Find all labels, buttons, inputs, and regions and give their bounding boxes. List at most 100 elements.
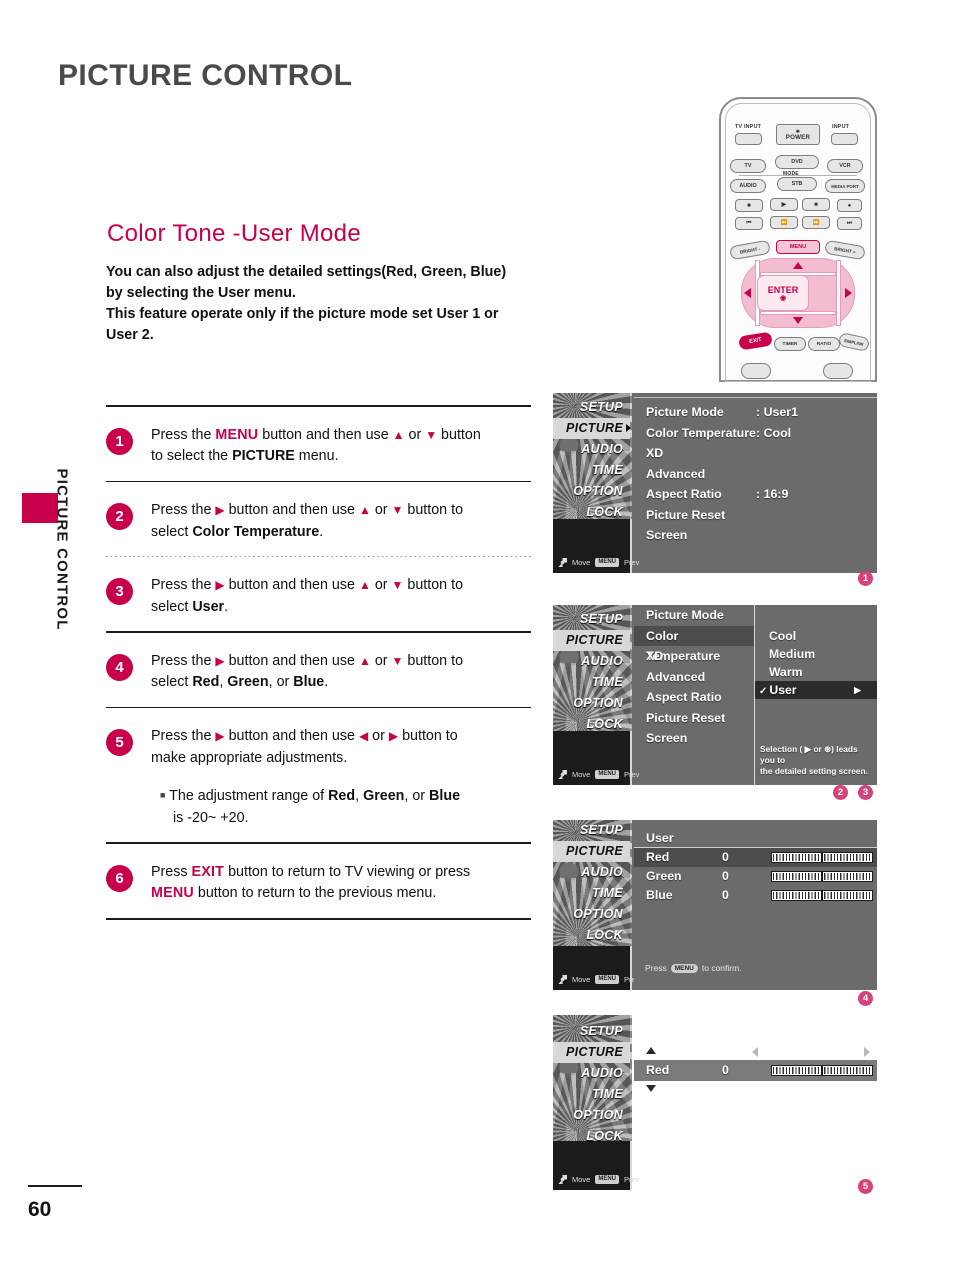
osd-menu-setup[interactable]: SETUP <box>553 609 630 630</box>
osd-menu-picture[interactable]: PICTURE <box>553 418 631 439</box>
osd3-background <box>634 912 877 990</box>
osd4-row-red[interactable]: Red 0 <box>634 1060 877 1081</box>
osd-menu-lock[interactable]: LOCK <box>553 1126 630 1147</box>
red-slider-thumb <box>821 853 823 862</box>
remote-control-illustration: TV INPUT ⎈ POWER INPUT TV DVD VCR MODE A… <box>719 97 877 382</box>
osd-menu-option[interactable]: OPTION <box>553 481 630 502</box>
osd2-row-picture-reset[interactable]: Picture Reset <box>634 708 754 729</box>
tv-source-button[interactable]: TV <box>730 159 766 173</box>
osd3-value-blue: 0 <box>722 888 729 902</box>
osd3-row-red[interactable]: Red 0 <box>634 848 877 867</box>
osd1-row-xd[interactable]: XD <box>634 443 877 464</box>
tv-input-button[interactable] <box>735 133 762 145</box>
tv-input-label: TV INPUT <box>735 124 762 130</box>
osd-menu-audio[interactable]: AUDIO <box>553 862 630 883</box>
osd-menu-option[interactable]: OPTION <box>553 1105 630 1126</box>
pause-button[interactable]: ■ <box>802 198 830 211</box>
right-arrow-icon[interactable] <box>845 288 852 298</box>
osd-menu-lock[interactable]: LOCK <box>553 714 630 735</box>
step-2-t4: button to <box>403 502 464 519</box>
audio-source-button[interactable]: AUDIO <box>730 179 766 193</box>
intro-line-3-prefix: This feature operate only if the picture… <box>106 306 437 322</box>
osd-menu-audio[interactable]: AUDIO <box>553 439 630 460</box>
osd1-row-aspect-ratio[interactable]: Aspect Ratio: 16:9 <box>634 484 877 505</box>
stop-button[interactable]: ■ <box>735 199 763 212</box>
rewind-button[interactable]: ⏪ <box>770 216 798 229</box>
menu-button[interactable]: MENU <box>776 240 820 254</box>
vcr-source-button[interactable]: VCR <box>827 159 863 173</box>
osd2-row-xd[interactable]: XD <box>634 646 754 667</box>
osd-menu-time[interactable]: TIME <box>553 1084 630 1105</box>
osd-menu-picture[interactable]: PICTURE <box>553 1042 630 1063</box>
osd1-row-screen[interactable]: Screen <box>634 525 877 546</box>
skip-forward-button[interactable]: ⏭ <box>837 217 862 230</box>
osd-footer-prev: Prev <box>624 1175 640 1184</box>
osd-menu-audio[interactable]: AUDIO <box>553 1063 630 1084</box>
osd-menu-option[interactable]: OPTION <box>553 904 630 925</box>
osd1-row-picture-mode[interactable]: Picture Mode: User1 <box>634 402 877 423</box>
down-arrow-icon[interactable] <box>793 317 803 324</box>
record-button[interactable]: ● <box>837 199 862 212</box>
skip-back-button[interactable]: ⏮ <box>735 217 763 230</box>
extra-button-left[interactable] <box>741 363 771 379</box>
blue-slider[interactable] <box>771 890 873 901</box>
step-1-b1: PICTURE <box>232 448 295 465</box>
dvd-source-button[interactable]: DVD <box>775 155 819 169</box>
osd1-row-color-temperature[interactable]: Color Temperature: Cool <box>634 423 877 444</box>
osd2-row-aspect-ratio[interactable]: Aspect Ratio <box>634 687 754 708</box>
red-slider[interactable] <box>771 852 873 863</box>
osd2-row-picture-mode[interactable]: Picture Mode <box>634 605 754 626</box>
osd2-content: Picture Mode Color Temperature XD Advanc… <box>634 605 877 785</box>
osd1-row-advanced[interactable]: Advanced <box>634 464 877 485</box>
osd-menu-option[interactable]: OPTION <box>553 693 630 714</box>
osd2-label-4: Aspect Ratio <box>646 690 722 704</box>
dropdown-option-warm[interactable]: Warm <box>755 663 877 681</box>
step-4-text: Press the ▶ button and then use ▲ or ▼ b… <box>151 646 463 694</box>
osd-menu-picture[interactable]: PICTURE <box>553 841 630 862</box>
green-slider[interactable] <box>771 871 873 882</box>
dpad-icon <box>558 975 567 984</box>
ratio-button[interactable]: RATIO <box>808 337 840 351</box>
fast-forward-button[interactable]: ⏩ <box>802 216 830 229</box>
osd-menu-audio[interactable]: AUDIO <box>553 651 630 672</box>
osd2-label-3: Advanced <box>646 669 706 684</box>
osd2-row-screen[interactable]: Screen <box>634 728 754 749</box>
dropdown-option-medium[interactable]: Medium <box>755 645 877 663</box>
enter-button[interactable]: ENTER ◉ <box>757 275 809 311</box>
osd3-row-green[interactable]: Green 0 <box>634 867 877 886</box>
timer-button[interactable]: TIMER <box>774 337 806 351</box>
osd-menu-setup[interactable]: SETUP <box>553 397 630 418</box>
note-t2: , <box>355 788 364 805</box>
power-button[interactable]: ⎈ POWER <box>776 124 820 145</box>
osd-menu-time[interactable]: TIME <box>553 672 630 693</box>
up-arrow-icon[interactable] <box>793 262 803 269</box>
media-port-button[interactable]: MEDIA PORT <box>825 179 865 193</box>
osd-menu-setup[interactable]: SETUP <box>553 1021 630 1042</box>
step-marker-3: 3 <box>858 785 873 800</box>
osd2-row-advanced[interactable]: Advanced <box>634 667 754 688</box>
dropdown-option-cool[interactable]: Cool <box>755 627 877 645</box>
osd-menu-lock[interactable]: LOCK <box>553 925 630 946</box>
osd-menu-time[interactable]: TIME <box>553 460 630 481</box>
stb-source-button[interactable]: STB <box>777 177 817 191</box>
red-slider[interactable] <box>771 1065 873 1076</box>
osd1-row-picture-reset[interactable]: Picture Reset <box>634 505 877 526</box>
play-button[interactable]: ▶ <box>770 198 798 211</box>
step-4-number: 4 <box>106 653 133 681</box>
osd2-row-color-temperature[interactable]: Color Temperature <box>634 625 754 663</box>
extra-button-right[interactable] <box>823 363 853 379</box>
page-title: PICTURE CONTROL <box>58 59 353 92</box>
dropdown-hint-line-2: the detailed setting screen. <box>760 766 868 776</box>
osd-footer-hints: Move MENU Prev <box>558 975 639 984</box>
osd-menu-setup[interactable]: SETUP <box>553 820 630 841</box>
left-arrow-icon[interactable] <box>744 288 751 298</box>
osd-menu-lock[interactable]: LOCK <box>553 502 630 523</box>
osd-menu-time[interactable]: TIME <box>553 883 630 904</box>
osd-menu-picture[interactable]: PICTURE <box>553 630 630 651</box>
dropdown-option-user[interactable]: ✓ User ▶ <box>755 681 877 699</box>
input-button[interactable] <box>831 133 858 145</box>
osd1-value-4: : 16:9 <box>756 487 789 501</box>
osd3-row-blue[interactable]: Blue 0 <box>634 886 877 905</box>
intro-line-4-bold: User 2 <box>106 327 150 343</box>
step-3-b1: User <box>192 598 225 615</box>
